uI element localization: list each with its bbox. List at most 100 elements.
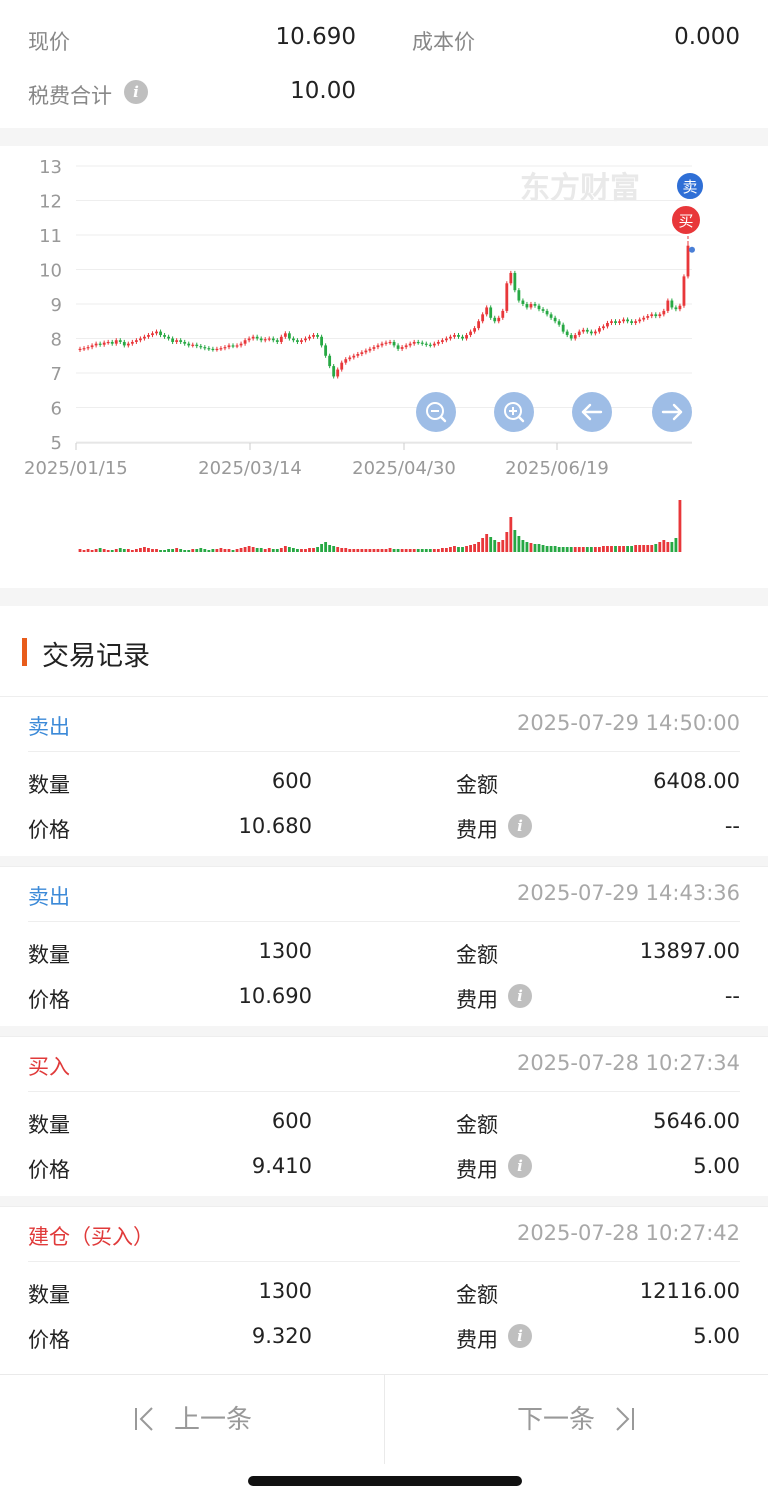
candle-body	[412, 341, 416, 344]
candle-body	[275, 340, 279, 342]
volume-bar	[432, 549, 436, 552]
candle-body	[408, 343, 412, 346]
fee-total-value: 10.00	[290, 78, 356, 104]
candle-body	[682, 276, 686, 306]
volume-bar	[408, 549, 412, 552]
volume-bar	[163, 550, 166, 552]
volume-bar	[283, 546, 287, 552]
candle-body	[308, 336, 311, 339]
scroll-right-button[interactable]	[652, 392, 692, 432]
y-tick-label: 10	[39, 261, 62, 282]
candle-body	[259, 338, 263, 341]
candle-body	[674, 307, 678, 310]
candle-body	[98, 343, 102, 345]
candle-body	[235, 345, 239, 347]
kline-chart[interactable]: 东方财富13121110987652025/01/15 2025/03/14 202…	[0, 146, 768, 588]
volume-bar	[577, 547, 581, 552]
candle-body	[352, 355, 356, 358]
volume-bar	[336, 547, 340, 552]
volume-bar	[529, 543, 533, 552]
volume-bar	[666, 542, 670, 552]
quantity-value: 1300	[258, 939, 312, 963]
prev-bar-icon	[134, 1407, 153, 1431]
info-icon[interactable]: i	[508, 984, 532, 1008]
candle-body	[404, 345, 408, 348]
candle-body	[138, 338, 142, 341]
volume-bar	[372, 549, 376, 552]
volume-bar	[155, 549, 158, 552]
candle-body	[481, 314, 485, 322]
volume-bar	[122, 549, 126, 552]
record-time: 2025-07-28 10:27:34	[516, 1051, 740, 1075]
trade-record[interactable]: 买入 2025-07-28 10:27:34 数量 600 金额 5646.00 价格 9.4…	[0, 1036, 768, 1196]
volume-bar	[344, 548, 348, 552]
cost-price-label: 成本价	[412, 30, 475, 54]
volume-bar	[287, 547, 291, 552]
candle-body	[102, 342, 106, 345]
volume-bar	[396, 549, 400, 552]
candle-body	[336, 369, 340, 377]
volume-bar	[147, 548, 150, 552]
volume-bar	[267, 548, 271, 552]
volume-bar	[207, 550, 211, 552]
volume-bar	[275, 549, 279, 552]
candle-body	[231, 345, 235, 347]
volume-bar	[388, 548, 392, 552]
info-icon[interactable]: i	[508, 1324, 532, 1348]
candle-body	[485, 307, 489, 315]
zoom-out-button[interactable]	[416, 392, 456, 432]
candle-body	[444, 338, 448, 341]
x-tick-label: 2025/06/19	[505, 458, 609, 479]
quantity-label: 数量	[28, 1283, 70, 1307]
volume-bar	[630, 546, 634, 552]
volume-bar	[565, 547, 569, 552]
y-tick-label: 6	[51, 399, 62, 420]
y-tick-label: 11	[39, 226, 62, 247]
volume-bar	[263, 549, 267, 552]
volume-bar	[171, 549, 175, 552]
volume-bar	[195, 549, 199, 552]
volume-bar	[384, 549, 388, 552]
trade-record[interactable]: 卖出 2025-07-29 14:50:00 数量 600 金额 6408.00 价格 10.…	[0, 696, 768, 856]
trade-record[interactable]: 建仓（买入） 2025-07-28 10:27:42 数量 1300 金额 12116.0…	[0, 1206, 768, 1366]
info-icon[interactable]: i	[124, 80, 148, 104]
volume-bar	[521, 540, 525, 552]
volume-bar	[243, 547, 247, 552]
volume-bar	[215, 549, 219, 552]
volume-bar	[308, 548, 311, 552]
amount-value: 13897.00	[639, 939, 740, 963]
record-divider	[28, 921, 740, 922]
candle-body	[82, 348, 86, 350]
volume-bar	[449, 547, 452, 552]
amount-value: 12116.00	[639, 1279, 740, 1303]
sell-marker-label: 卖	[682, 178, 697, 196]
sell-marker: 卖	[675, 171, 705, 201]
candle-body	[155, 331, 158, 334]
section-title: 交易记录	[42, 641, 150, 672]
record-type: 卖出	[28, 885, 70, 909]
zoom-in-button[interactable]	[494, 392, 534, 432]
volume-bar	[602, 546, 605, 552]
volume-bar	[614, 546, 617, 552]
candle-body	[581, 329, 585, 332]
scroll-left-button[interactable]	[572, 392, 612, 432]
candle-body	[432, 343, 436, 346]
prev-record-button[interactable]: 上一条	[0, 1375, 384, 1465]
info-icon[interactable]: i	[508, 1154, 532, 1178]
zoom-in-icon	[504, 402, 525, 423]
y-tick-label: 12	[39, 192, 62, 213]
candle-body	[114, 340, 118, 344]
volume-bar	[420, 549, 424, 552]
candle-body	[356, 354, 360, 356]
candle-body	[348, 357, 352, 360]
volume-bar	[360, 549, 364, 552]
trade-record[interactable]: 卖出 2025-07-29 14:43:36 数量 1300 金额 13897.00 价格 1…	[0, 866, 768, 1026]
candle-body	[593, 331, 597, 334]
volume-bar	[481, 538, 485, 552]
info-icon[interactable]: i	[508, 814, 532, 838]
volume-bar	[159, 550, 162, 552]
candle-body	[606, 322, 609, 327]
next-record-button[interactable]: 下一条	[385, 1375, 768, 1465]
candle-body	[638, 319, 642, 322]
record-type: 卖出	[28, 715, 70, 739]
